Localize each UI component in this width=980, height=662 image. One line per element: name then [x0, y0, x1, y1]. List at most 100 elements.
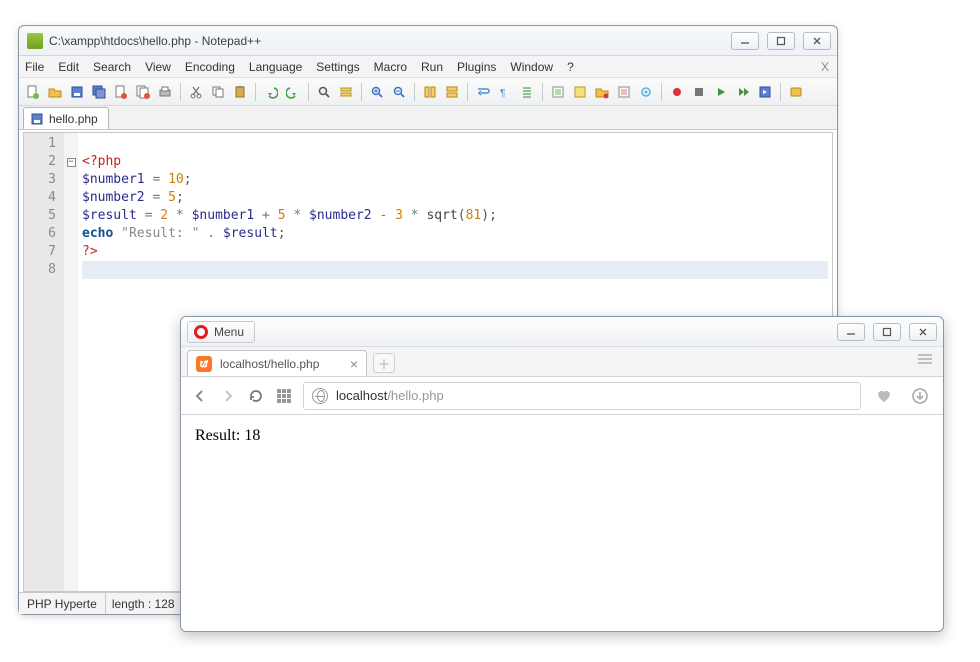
address-path: /hello.php: [387, 388, 443, 403]
menu-encoding[interactable]: Encoding: [185, 60, 235, 74]
code-line: <?php: [82, 153, 828, 171]
open-icon[interactable]: [45, 82, 65, 102]
close-file-icon[interactable]: [111, 82, 131, 102]
wrap-icon[interactable]: [473, 82, 493, 102]
address-host: localhost: [336, 388, 387, 403]
maximize-button[interactable]: [873, 323, 901, 341]
menu-window[interactable]: Window: [510, 60, 553, 74]
line-number: 1: [24, 135, 56, 153]
line-number-gutter: 1 2 3 4 5 6 7 8: [24, 133, 64, 591]
all-chars-icon[interactable]: ¶: [495, 82, 515, 102]
folder-workspace-icon[interactable]: [592, 82, 612, 102]
xampp-favicon-icon: ຜ: [196, 356, 212, 372]
sync-h-icon[interactable]: [442, 82, 462, 102]
menubar-close-icon[interactable]: X: [821, 60, 829, 74]
line-number: 2: [24, 153, 56, 171]
toolbar-separator: [308, 83, 309, 101]
zoom-in-icon[interactable]: [367, 82, 387, 102]
code-line: [82, 135, 828, 153]
site-info-icon[interactable]: [312, 388, 328, 404]
document-tab[interactable]: hello.php: [23, 107, 109, 129]
code-line: $result = 2 * $number1 + 5 * $number2 - …: [82, 207, 828, 225]
opera-icon: [194, 325, 208, 339]
print-icon[interactable]: [155, 82, 175, 102]
browser-titlebar[interactable]: Menu: [181, 317, 943, 347]
toolbar-separator: [414, 83, 415, 101]
new-tab-button[interactable]: ＋: [373, 353, 395, 373]
menu-search[interactable]: Search: [93, 60, 131, 74]
menu-edit[interactable]: Edit: [58, 60, 79, 74]
menu-plugins[interactable]: Plugins: [457, 60, 496, 74]
forward-button[interactable]: [219, 387, 237, 405]
window-title: C:\xampp\htdocs\hello.php - Notepad++: [49, 34, 731, 48]
save-icon[interactable]: [67, 82, 87, 102]
doc-map-icon[interactable]: [570, 82, 590, 102]
browser-tab-label: localhost/hello.php: [220, 357, 342, 371]
reload-button[interactable]: [247, 387, 265, 405]
fold-toggle-icon[interactable]: −: [67, 158, 76, 167]
func-list-icon[interactable]: [548, 82, 568, 102]
menu-language[interactable]: Language: [249, 60, 302, 74]
close-button[interactable]: [803, 32, 831, 50]
minimize-button[interactable]: [837, 323, 865, 341]
doc-list-icon[interactable]: [614, 82, 634, 102]
menu-help[interactable]: ?: [567, 60, 574, 74]
menu-run[interactable]: Run: [421, 60, 443, 74]
tab-close-icon[interactable]: ×: [350, 357, 358, 371]
page-body-text: Result: 18: [195, 427, 260, 444]
new-file-icon[interactable]: [23, 82, 43, 102]
toolbar-separator: [255, 83, 256, 101]
window-controls: [731, 32, 831, 50]
maximize-button[interactable]: [767, 32, 795, 50]
page-content: Result: 18: [181, 415, 943, 457]
save-macro-icon[interactable]: [755, 82, 775, 102]
browser-menu-button[interactable]: Menu: [187, 321, 255, 343]
line-number: 3: [24, 171, 56, 189]
close-button[interactable]: [909, 323, 937, 341]
undo-icon[interactable]: [261, 82, 281, 102]
menu-file[interactable]: File: [25, 60, 44, 74]
line-number: 5: [24, 207, 56, 225]
play-multi-icon[interactable]: [733, 82, 753, 102]
tab-menu-icon[interactable]: [917, 353, 933, 368]
toolbar-separator: [361, 83, 362, 101]
browser-tab[interactable]: ຜ localhost/hello.php ×: [187, 350, 367, 376]
menu-view[interactable]: View: [145, 60, 171, 74]
zoom-out-icon[interactable]: [389, 82, 409, 102]
line-number: 8: [24, 261, 56, 279]
address-bar[interactable]: localhost/hello.php: [303, 382, 861, 410]
redo-icon[interactable]: [283, 82, 303, 102]
browser-tabstrip: ຜ localhost/hello.php × ＋: [181, 347, 943, 377]
minimize-button[interactable]: [731, 32, 759, 50]
find-icon[interactable]: [314, 82, 334, 102]
svg-text:¶: ¶: [500, 88, 505, 99]
cut-icon[interactable]: [186, 82, 206, 102]
play-macro-icon[interactable]: [711, 82, 731, 102]
document-tabstrip: hello.php: [19, 106, 837, 130]
menu-settings[interactable]: Settings: [316, 60, 359, 74]
speed-dial-button[interactable]: [275, 387, 293, 405]
menubar: File Edit Search View Encoding Language …: [19, 56, 837, 78]
toolbar-separator: [780, 83, 781, 101]
stop-macro-icon[interactable]: [689, 82, 709, 102]
paste-icon[interactable]: [230, 82, 250, 102]
toolbar-separator: [661, 83, 662, 101]
close-all-icon[interactable]: [133, 82, 153, 102]
downloads-button[interactable]: [907, 383, 933, 409]
replace-icon[interactable]: [336, 82, 356, 102]
window-controls: [837, 323, 937, 341]
line-number: 4: [24, 189, 56, 207]
back-button[interactable]: [191, 387, 209, 405]
save-all-icon[interactable]: [89, 82, 109, 102]
record-macro-icon[interactable]: [667, 82, 687, 102]
extra-toolbar-icon[interactable]: [786, 82, 806, 102]
bookmark-button[interactable]: [871, 383, 897, 409]
indent-guide-icon[interactable]: [517, 82, 537, 102]
code-line: $number2 = 5;: [82, 189, 828, 207]
code-line-current: [82, 261, 828, 279]
notepadpp-titlebar[interactable]: C:\xampp\htdocs\hello.php - Notepad++: [19, 26, 837, 56]
copy-icon[interactable]: [208, 82, 228, 102]
menu-macro[interactable]: Macro: [374, 60, 407, 74]
sync-v-icon[interactable]: [420, 82, 440, 102]
monitoring-icon[interactable]: [636, 82, 656, 102]
